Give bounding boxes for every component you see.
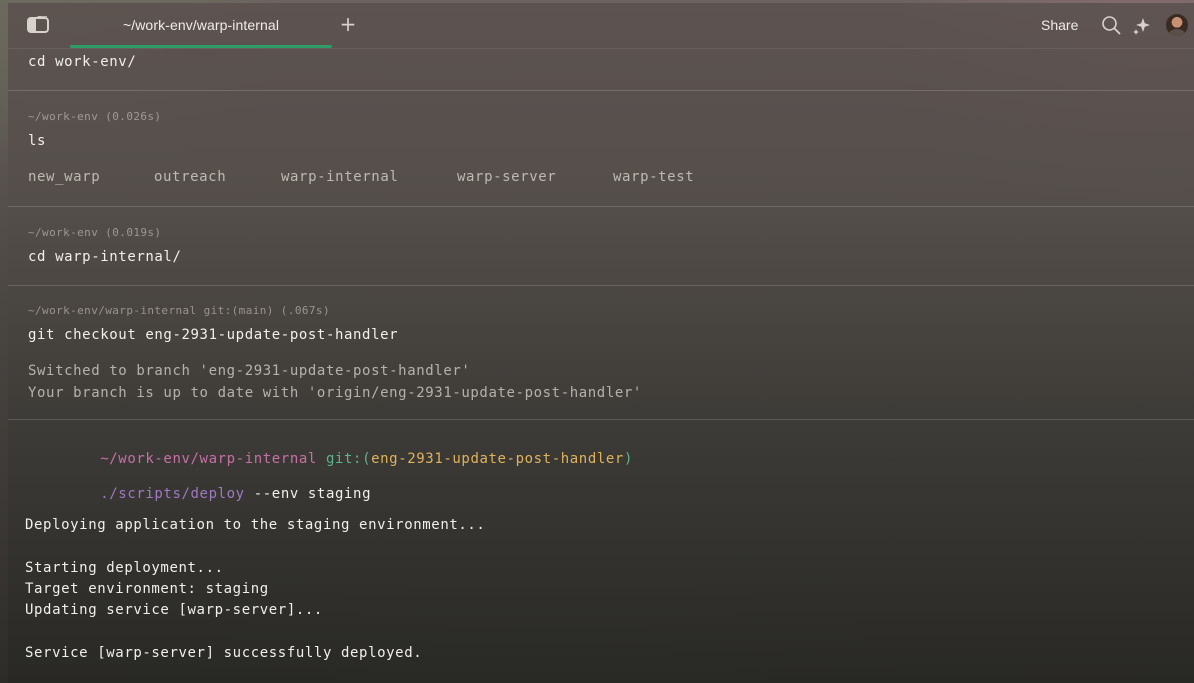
ls-entry: warp-internal: [281, 169, 399, 185]
command-text: cd work-env/: [28, 54, 137, 70]
prompt-git-label: git:(: [316, 451, 372, 467]
command-block[interactable]: ~/work-env/warp-internal git:(main) (.06…: [8, 286, 1194, 420]
command-block[interactable]: ~/work-env (0.026s) ls new_warp outreach…: [8, 91, 1194, 207]
ls-entry: outreach: [154, 169, 227, 185]
terminal-window: ~/work-env/warp-internal + Share cd work…: [8, 3, 1194, 683]
command-output-line: Switched to branch 'eng-2931-update-post…: [28, 363, 471, 379]
command-text: cd warp-internal/: [28, 249, 182, 265]
command-text: git checkout eng-2931-update-post-handle…: [28, 327, 399, 343]
deploy-output-line: Starting deployment...: [25, 560, 224, 576]
command-args: --env staging: [244, 486, 372, 502]
deploy-output-line: Deploying application to the staging env…: [25, 517, 486, 533]
prompt-branch: eng-2931-update-post-handler: [371, 451, 624, 467]
active-command-block[interactable]: ~/work-env/warp-internal git:(eng-2931-u…: [8, 420, 1194, 683]
ls-entry: warp-test: [613, 169, 695, 185]
title-bar: ~/work-env/warp-internal + Share: [8, 3, 1194, 49]
active-command: ./scripts/deploy --env staging: [28, 470, 371, 518]
deploy-output-line: Target environment: staging: [25, 581, 269, 597]
ls-entry: warp-server: [457, 169, 557, 185]
prompt-git-close: ): [623, 451, 633, 467]
ls-entry: new_warp: [28, 169, 101, 185]
block-prompt: ~/work-env (0.026s): [28, 110, 162, 123]
command-output-line: Your branch is up to date with 'origin/e…: [28, 385, 642, 401]
block-prompt: ~/work-env (0.019s): [28, 226, 162, 239]
command-block[interactable]: ~/work-env (0.019s) cd warp-internal/: [8, 207, 1194, 286]
deploy-output-line: Service [warp-server] successfully deplo…: [25, 645, 423, 661]
ai-sparkle-icon[interactable]: [1131, 15, 1153, 37]
share-button[interactable]: Share: [1041, 17, 1078, 33]
new-tab-button[interactable]: +: [338, 14, 358, 34]
desktop-background: ~/work-env/warp-internal + Share cd work…: [0, 0, 1194, 683]
tab-warp-internal[interactable]: ~/work-env/warp-internal: [70, 3, 332, 48]
command-script: ./scripts/deploy: [100, 486, 245, 502]
search-icon[interactable]: [1101, 15, 1121, 35]
tab-label: ~/work-env/warp-internal: [122, 17, 280, 33]
command-text: ls: [28, 133, 47, 149]
deploy-output-line: Updating service [warp-server]...: [25, 602, 323, 618]
user-avatar[interactable]: [1166, 14, 1188, 36]
sidebar-panel-icon[interactable]: [27, 16, 49, 33]
command-block[interactable]: cd work-env/: [8, 49, 1194, 91]
prompt-path: ~/work-env/warp-internal: [100, 451, 317, 467]
block-prompt: ~/work-env/warp-internal git:(main) (.06…: [28, 304, 330, 317]
active-tab-indicator: [70, 45, 332, 48]
